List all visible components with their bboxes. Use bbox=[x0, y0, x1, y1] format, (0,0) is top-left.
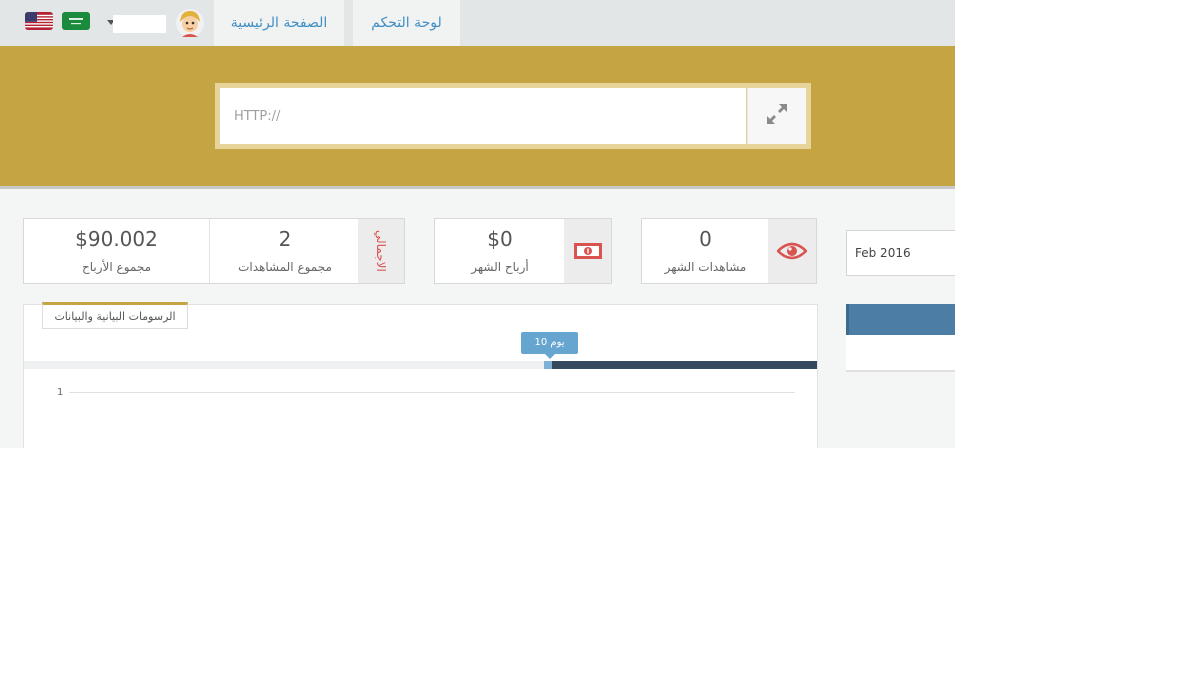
chart-y-tick: 1 bbox=[57, 387, 64, 398]
eye-icon bbox=[768, 219, 816, 283]
totals-card: $90.002 مجموع الأرباح 2 مجموع المشاهدات … bbox=[23, 218, 405, 284]
user-menu[interactable] bbox=[113, 15, 166, 33]
monthly-earnings-label: أرباح الشهر bbox=[471, 260, 529, 274]
monthly-earnings-value: $0 bbox=[487, 227, 513, 251]
range-slider-tooltip: 10 يوم bbox=[521, 332, 578, 359]
sa-flag-icon[interactable] bbox=[62, 12, 90, 30]
total-views-value: 2 bbox=[278, 227, 292, 251]
monthly-earnings-card: $0 أرباح الشهر bbox=[434, 218, 612, 284]
nav-tab-dashboard[interactable]: لوحة التحكم bbox=[353, 0, 460, 46]
date-filter[interactable]: Feb 2016 bbox=[846, 230, 955, 276]
url-input[interactable] bbox=[220, 88, 746, 144]
side-panel-header bbox=[846, 304, 955, 335]
tab-charts[interactable]: الرسومات البيانية والبيانات bbox=[42, 302, 188, 329]
chart-panel: الرسومات البيانية والبيانات 10 يوم 1 bbox=[23, 302, 818, 448]
range-slider-fill bbox=[552, 361, 817, 369]
total-earnings-label: مجموع الأرباح bbox=[82, 260, 151, 274]
totals-side: الاجمالي bbox=[358, 219, 404, 283]
nav-tab-home[interactable]: الصفحة الرئيسية bbox=[214, 0, 344, 46]
shortener-band bbox=[0, 46, 955, 189]
us-flag-icon[interactable] bbox=[25, 12, 53, 30]
page-viewport: الصفحة الرئيسية لوحة التحكم 0 مشاهدات ال… bbox=[0, 0, 955, 448]
total-earnings: $90.002 مجموع الأرباح bbox=[24, 219, 209, 283]
monthly-views-value: 0 bbox=[699, 227, 712, 251]
money-bill-icon bbox=[564, 219, 611, 283]
monthly-earnings-body: $0 أرباح الشهر bbox=[435, 219, 565, 283]
range-slider-handle[interactable] bbox=[544, 361, 552, 369]
total-views-label: مجموع المشاهدات bbox=[238, 260, 332, 274]
top-navbar: الصفحة الرئيسية لوحة التحكم bbox=[0, 0, 955, 46]
totals-side-label: الاجمالي bbox=[374, 230, 388, 272]
side-panel bbox=[846, 304, 955, 372]
user-avatar-icon[interactable] bbox=[175, 8, 205, 38]
expand-arrows-icon bbox=[765, 102, 789, 130]
monthly-views-card: 0 مشاهدات الشهر bbox=[641, 218, 817, 284]
monthly-views-label: مشاهدات الشهر bbox=[664, 260, 747, 274]
monthly-views-body: 0 مشاهدات الشهر bbox=[642, 219, 769, 283]
url-form bbox=[215, 83, 811, 149]
shorten-button[interactable] bbox=[747, 88, 806, 144]
chart-gridline bbox=[69, 392, 795, 393]
total-earnings-value: $90.002 bbox=[75, 227, 158, 251]
total-views: 2 مجموع المشاهدات bbox=[209, 219, 360, 283]
